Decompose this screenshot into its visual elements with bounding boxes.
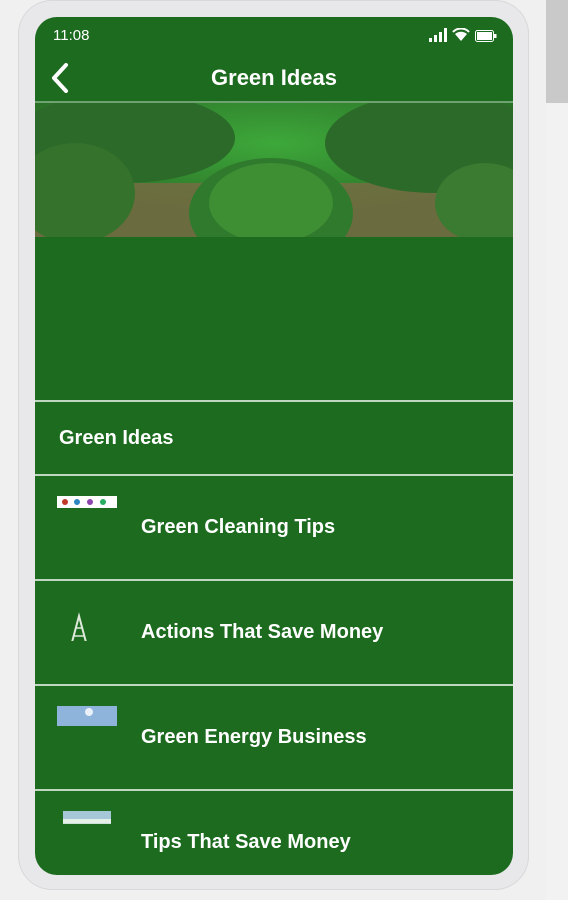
sky-thumbnail <box>63 811 111 824</box>
status-bar: 11:08 <box>35 17 513 55</box>
status-icons <box>429 28 497 42</box>
page: 11:08 Green Ideas Green Ideas Green Clea… <box>0 0 568 900</box>
wifi-icon <box>452 28 470 41</box>
list-item[interactable]: Green Energy Business <box>35 686 513 789</box>
scrollbar-track[interactable] <box>546 0 568 900</box>
sky-thumbnail <box>57 706 117 726</box>
ideas-list: Green Ideas Green Cleaning Tips Actions … <box>35 400 513 875</box>
scrollbar-thumb[interactable] <box>546 0 568 103</box>
list-item-label: Green Energy Business <box>141 726 367 748</box>
hero-image <box>35 103 513 237</box>
signal-icon <box>429 28 447 42</box>
list-item[interactable]: Actions That Save Money <box>35 581 513 684</box>
cleaning-thumbnail <box>57 496 117 508</box>
list-item-label: Actions That Save Money <box>141 621 384 643</box>
list-item-label: Tips That Save Money <box>141 831 351 853</box>
list-item[interactable]: Tips That Save Money <box>35 791 513 875</box>
section-title: Green Ideas <box>59 426 174 449</box>
tower-thumbnail <box>71 612 87 641</box>
app-screen: 11:08 Green Ideas Green Ideas Green Clea… <box>35 17 513 875</box>
list-item-label: Green Cleaning Tips <box>141 516 336 538</box>
battery-icon <box>475 30 497 42</box>
status-time: 11:08 <box>53 27 90 44</box>
app-bar: Green Ideas <box>35 55 513 101</box>
content-area <box>35 237 513 400</box>
app-title: Green Ideas <box>211 65 337 90</box>
list-item[interactable]: Green Cleaning Tips <box>35 476 513 579</box>
